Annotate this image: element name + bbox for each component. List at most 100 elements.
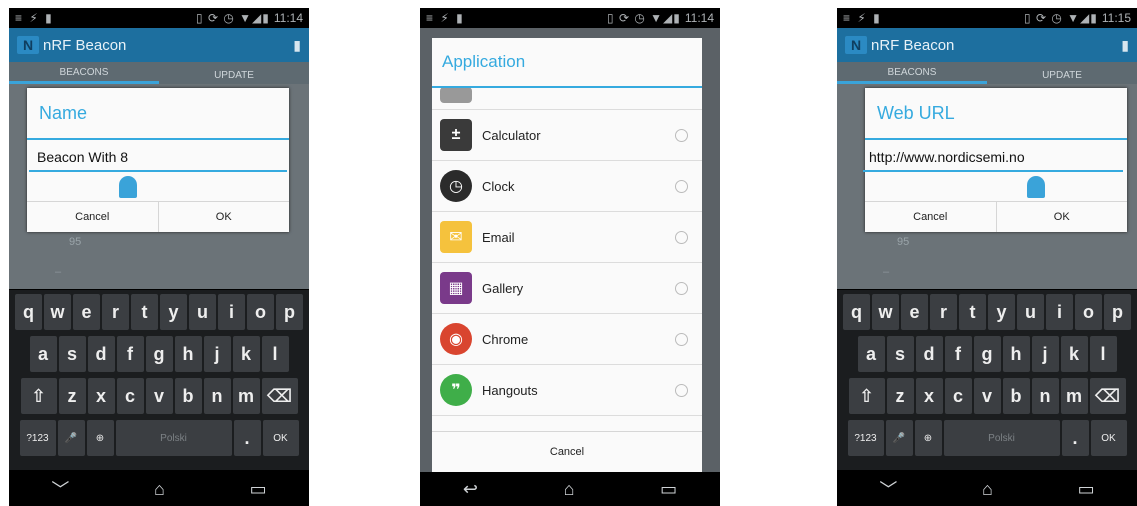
key-b[interactable]: b	[174, 378, 202, 414]
key-h[interactable]: h	[174, 336, 202, 372]
list-item-gallery[interactable]: ▦ Gallery	[432, 263, 702, 314]
radio-button[interactable]	[675, 179, 688, 193]
tab-update[interactable]: UPDATE	[987, 70, 1137, 84]
key-r[interactable]: r	[102, 294, 129, 330]
key-b[interactable]: b	[1002, 378, 1030, 414]
cancel-button[interactable]: Cancel	[865, 202, 996, 232]
key-t[interactable]: t	[131, 294, 158, 330]
key-w[interactable]: w	[872, 294, 899, 330]
key-a[interactable]: a	[29, 336, 57, 372]
key-n[interactable]: n	[203, 378, 231, 414]
key-e[interactable]: e	[901, 294, 928, 330]
key-a[interactable]: a	[857, 336, 885, 372]
enter-key[interactable]: OK	[262, 420, 299, 456]
key-f[interactable]: f	[116, 336, 144, 372]
key-m[interactable]: m	[232, 378, 260, 414]
radio-button[interactable]	[675, 230, 688, 244]
list-item-chrome[interactable]: ◉ Chrome	[432, 314, 702, 365]
key-e[interactable]: e	[73, 294, 100, 330]
cancel-button[interactable]: Cancel	[432, 431, 702, 472]
key-t[interactable]: t	[959, 294, 986, 330]
globe-icon[interactable]: ⊕	[914, 420, 942, 456]
cancel-button[interactable]: Cancel	[27, 202, 158, 232]
back-icon[interactable]: ↩	[463, 479, 478, 500]
key-q[interactable]: q	[15, 294, 42, 330]
globe-icon[interactable]: ⊕	[86, 420, 114, 456]
key-h[interactable]: h	[1002, 336, 1030, 372]
home-icon[interactable]: ⌂	[154, 479, 165, 500]
key-j[interactable]: j	[203, 336, 231, 372]
key-q[interactable]: q	[843, 294, 870, 330]
key-p[interactable]: p	[276, 294, 303, 330]
list-item-partial[interactable]	[432, 88, 702, 110]
trash-icon[interactable]: ▮	[1121, 37, 1129, 54]
key-d[interactable]: d	[87, 336, 115, 372]
symbols-key[interactable]: ?123	[847, 420, 884, 456]
symbols-key[interactable]: ?123	[19, 420, 56, 456]
key-v[interactable]: v	[145, 378, 173, 414]
back-icon[interactable]: ﹀	[51, 476, 69, 502]
space-key[interactable]: Polski	[115, 420, 232, 456]
tab-beacons[interactable]: BEACONS	[9, 67, 159, 84]
app-logo-icon[interactable]: N	[17, 36, 39, 54]
ok-button[interactable]: OK	[157, 202, 290, 232]
name-input[interactable]: Beacon With 8	[29, 146, 287, 172]
recents-icon[interactable]: ▭	[250, 479, 267, 500]
radio-button[interactable]	[675, 281, 688, 295]
period-key[interactable]: .	[233, 420, 261, 456]
enter-key[interactable]: OK	[1090, 420, 1127, 456]
key-m[interactable]: m	[1060, 378, 1088, 414]
key-u[interactable]: u	[189, 294, 216, 330]
app-logo-icon[interactable]: N	[845, 36, 867, 54]
key-y[interactable]: y	[160, 294, 187, 330]
list-item-calculator[interactable]: ± Calculator	[432, 110, 702, 161]
key-j[interactable]: j	[1031, 336, 1059, 372]
application-list[interactable]: ± Calculator ◷ Clock ✉ Email ▦ Gallery ◉	[432, 88, 702, 430]
key-r[interactable]: r	[930, 294, 957, 330]
key-x[interactable]: x	[915, 378, 943, 414]
shift-key[interactable]: ⇧	[20, 378, 57, 414]
key-y[interactable]: y	[988, 294, 1015, 330]
key-d[interactable]: d	[915, 336, 943, 372]
microphone-icon[interactable]: 🎤	[885, 420, 913, 456]
key-k[interactable]: k	[232, 336, 260, 372]
list-item-email[interactable]: ✉ Email	[432, 212, 702, 263]
key-o[interactable]: o	[1075, 294, 1102, 330]
radio-button[interactable]	[675, 332, 688, 346]
home-icon[interactable]: ⌂	[564, 479, 575, 500]
home-icon[interactable]: ⌂	[982, 479, 993, 500]
backspace-key[interactable]: ⌫	[261, 378, 298, 414]
key-c[interactable]: c	[944, 378, 972, 414]
key-n[interactable]: n	[1031, 378, 1059, 414]
key-g[interactable]: g	[145, 336, 173, 372]
key-l[interactable]: l	[261, 336, 289, 372]
ok-button[interactable]: OK	[995, 202, 1128, 232]
shift-key[interactable]: ⇧	[848, 378, 885, 414]
key-z[interactable]: z	[58, 378, 86, 414]
key-i[interactable]: i	[1046, 294, 1073, 330]
key-f[interactable]: f	[944, 336, 972, 372]
key-k[interactable]: k	[1060, 336, 1088, 372]
key-w[interactable]: w	[44, 294, 71, 330]
key-l[interactable]: l	[1089, 336, 1117, 372]
radio-button[interactable]	[675, 383, 688, 397]
text-cursor-handle[interactable]	[1027, 176, 1045, 198]
key-v[interactable]: v	[973, 378, 1001, 414]
backspace-key[interactable]: ⌫	[1089, 378, 1126, 414]
period-key[interactable]: .	[1061, 420, 1089, 456]
tab-update[interactable]: UPDATE	[159, 70, 309, 84]
space-key[interactable]: Polski	[943, 420, 1060, 456]
key-o[interactable]: o	[247, 294, 274, 330]
trash-icon[interactable]: ▮	[293, 37, 301, 54]
radio-button[interactable]	[675, 128, 688, 142]
recents-icon[interactable]: ▭	[660, 479, 677, 500]
tab-beacons[interactable]: BEACONS	[837, 67, 987, 84]
key-s[interactable]: s	[58, 336, 86, 372]
microphone-icon[interactable]: 🎤	[57, 420, 85, 456]
key-c[interactable]: c	[116, 378, 144, 414]
key-s[interactable]: s	[886, 336, 914, 372]
url-input[interactable]: http://www.nordicsemi.no	[863, 146, 1123, 172]
key-i[interactable]: i	[218, 294, 245, 330]
key-p[interactable]: p	[1104, 294, 1131, 330]
back-icon[interactable]: ﹀	[879, 476, 897, 502]
